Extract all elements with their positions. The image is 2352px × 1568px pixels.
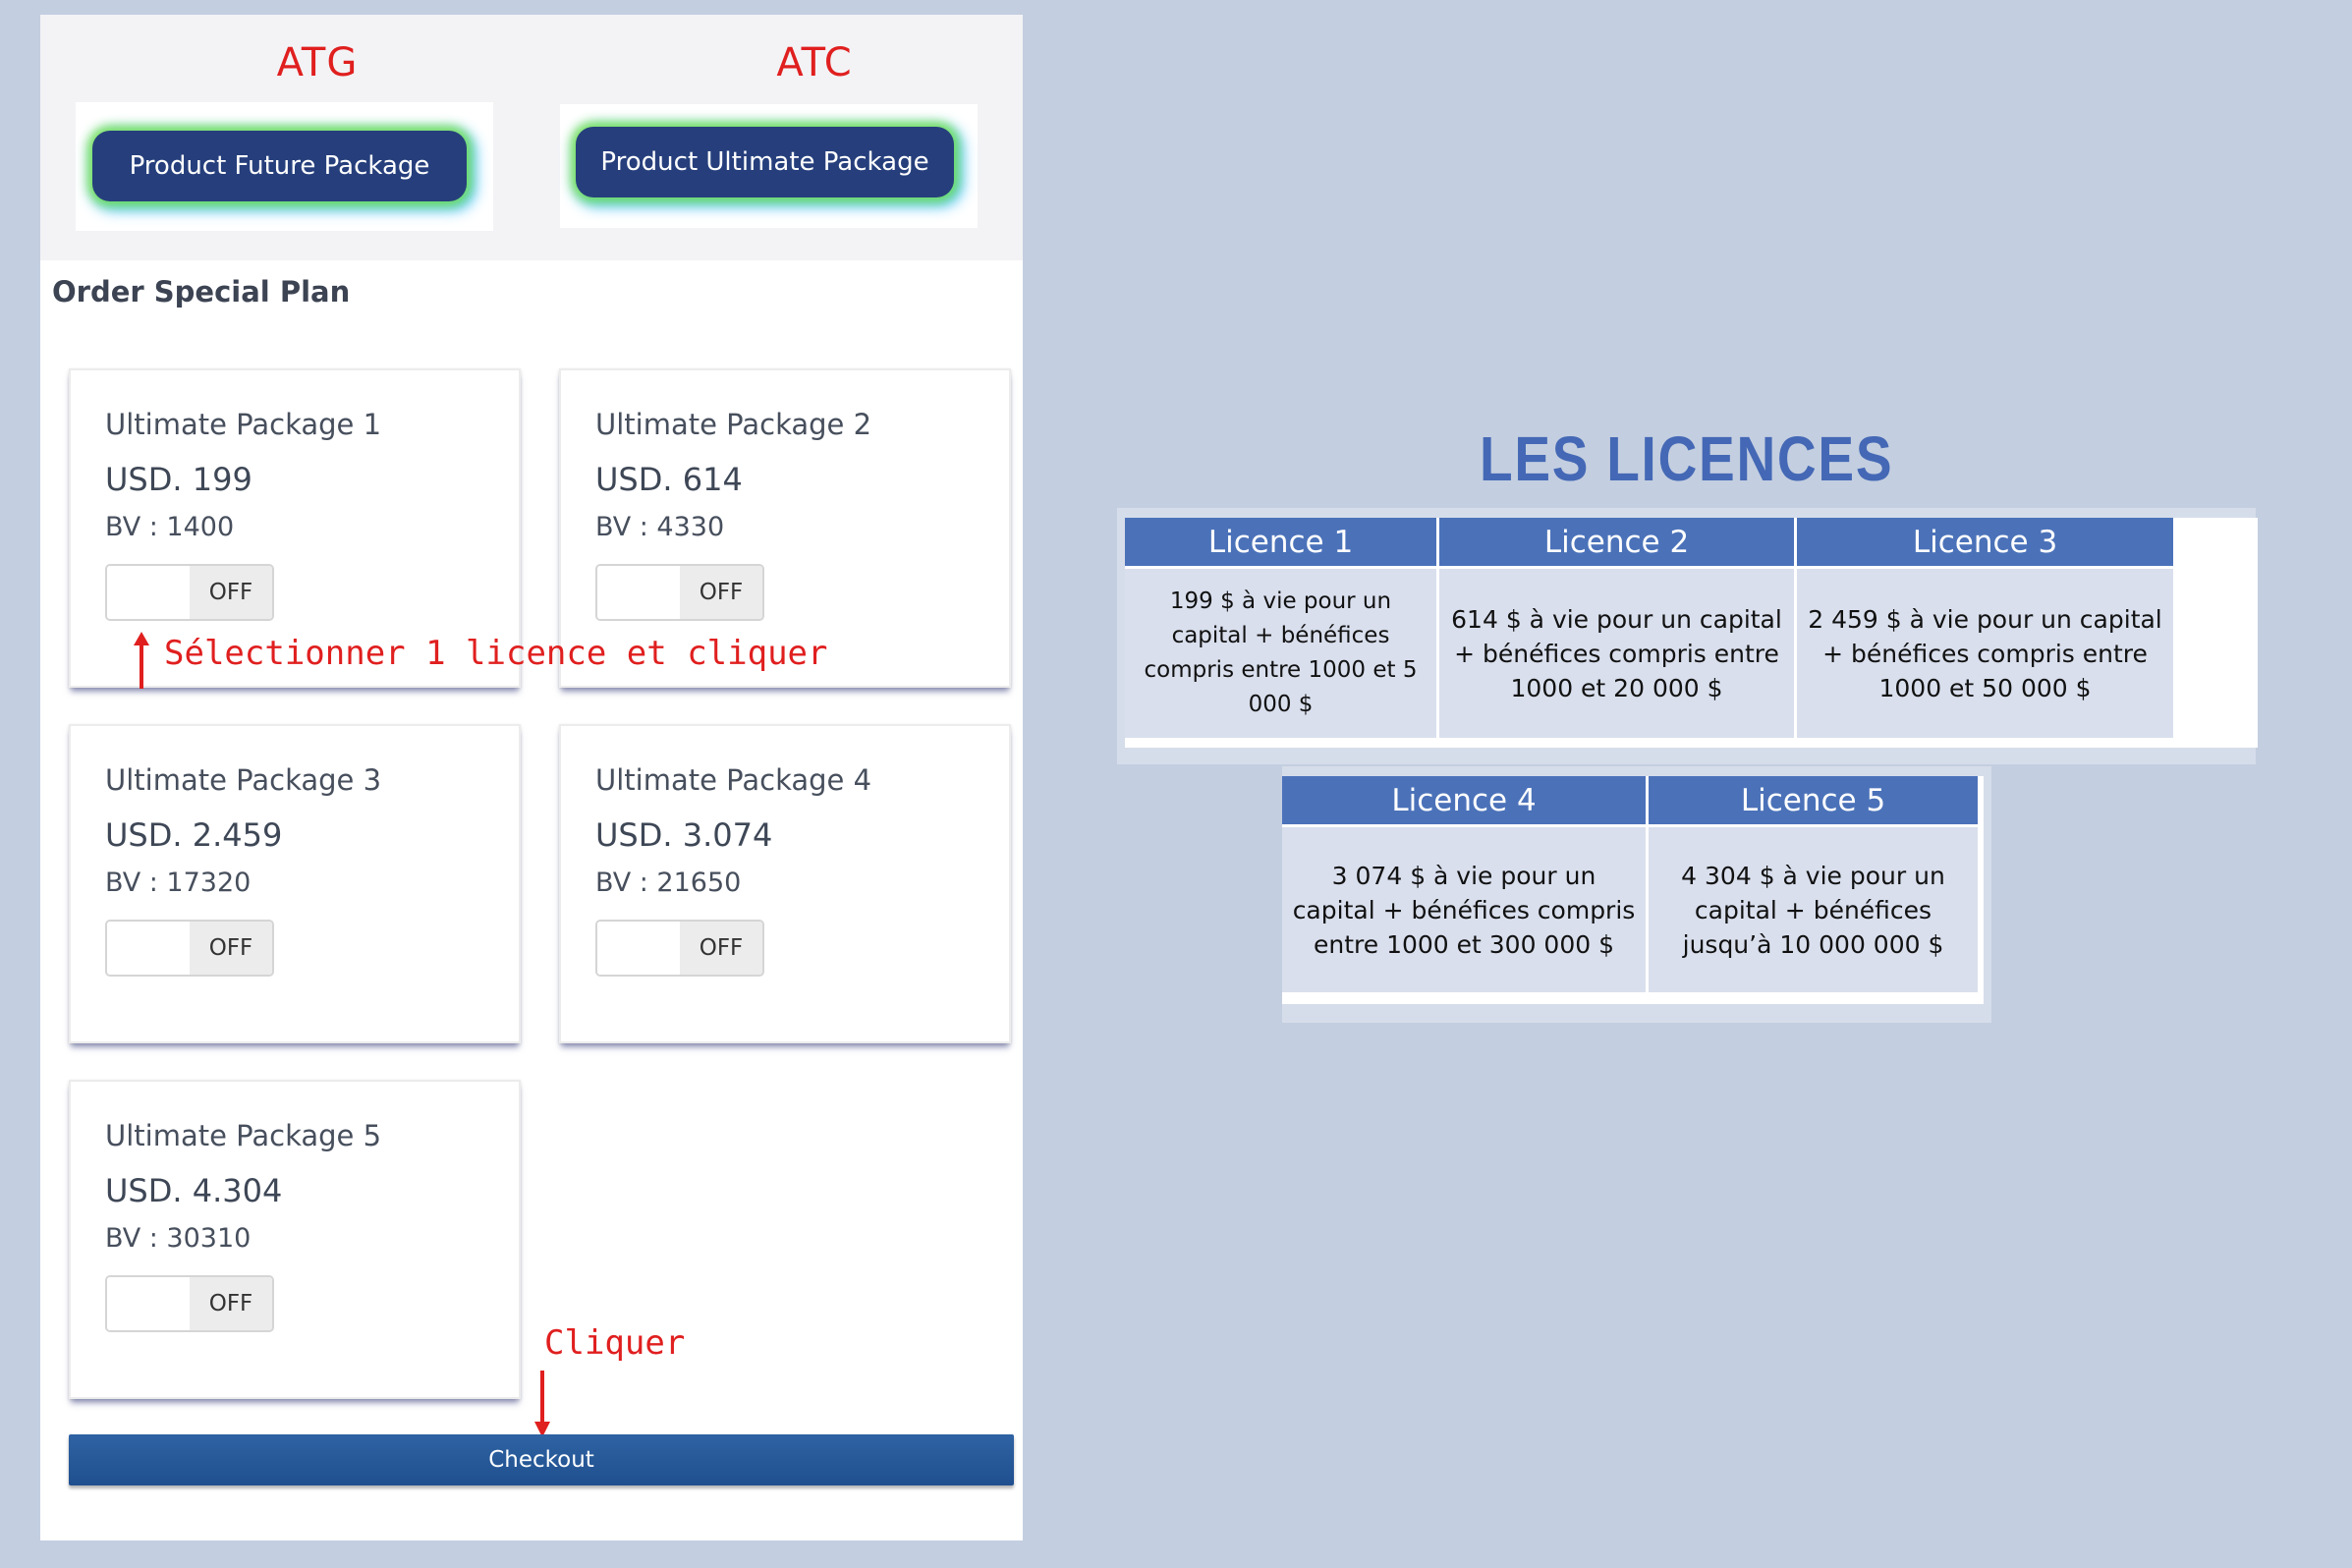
card-bv: BV : 4330 bbox=[595, 512, 725, 542]
product-ultimate-package-button[interactable]: Product Ultimate Package bbox=[576, 127, 954, 197]
card-price: USD. 199 bbox=[105, 461, 252, 498]
click-annotation: Cliquer bbox=[544, 1323, 686, 1363]
package-card-4: Ultimate Package 4 USD. 3.074 BV : 21650… bbox=[559, 724, 1011, 1043]
card-bv: BV : 21650 bbox=[595, 868, 742, 898]
product-future-package-button[interactable]: Product Future Package bbox=[92, 131, 467, 201]
toggle-knob bbox=[107, 922, 190, 975]
licence-1-header: Licence 1 bbox=[1125, 518, 1436, 566]
card-price: USD. 4.304 bbox=[105, 1172, 283, 1209]
licences-table-2: Licence 4 Licence 5 3 074 $ à vie pour u… bbox=[1282, 776, 1984, 1004]
toggle-state: OFF bbox=[680, 566, 762, 619]
package-3-toggle[interactable]: OFF bbox=[105, 920, 274, 977]
licence-4-desc: 3 074 $ à vie pour un capital + bénéfice… bbox=[1282, 827, 1646, 992]
section-title: Order Special Plan bbox=[52, 275, 351, 308]
card-bv: BV : 30310 bbox=[105, 1223, 252, 1254]
card-price: USD. 3.074 bbox=[595, 816, 773, 854]
atg-label: ATG bbox=[276, 40, 359, 85]
select-licence-annotation: Sélectionner 1 licence et cliquer bbox=[164, 634, 828, 673]
package-1-toggle[interactable]: OFF bbox=[105, 564, 274, 621]
toggle-state: OFF bbox=[190, 922, 272, 975]
toggle-state: OFF bbox=[190, 566, 272, 619]
card-title: Ultimate Package 5 bbox=[105, 1119, 382, 1152]
licence-3-desc: 2 459 $ à vie pour un capital + bénéfice… bbox=[1797, 569, 2173, 738]
licence-1-desc: 199 $ à vie pour un capital + bénéfices … bbox=[1125, 569, 1436, 738]
licence-4-header: Licence 4 bbox=[1282, 776, 1646, 824]
card-title: Ultimate Package 4 bbox=[595, 763, 872, 797]
atc-label: ATC bbox=[776, 40, 853, 85]
licence-3-header: Licence 3 bbox=[1797, 518, 2173, 566]
toggle-knob bbox=[107, 566, 190, 619]
package-card-3: Ultimate Package 3 USD. 2.459 BV : 17320… bbox=[69, 724, 521, 1043]
licence-5-header: Licence 5 bbox=[1649, 776, 1978, 824]
card-price: USD. 2.459 bbox=[105, 816, 283, 854]
order-panel: ATG ATC Product Future Package Product U… bbox=[40, 15, 1023, 1540]
licence-5-desc: 4 304 $ à vie pour un capital + bénéfice… bbox=[1649, 827, 1978, 992]
checkout-button[interactable]: Checkout bbox=[69, 1434, 1014, 1485]
card-title: Ultimate Package 1 bbox=[105, 408, 382, 441]
arrow-up-icon bbox=[134, 632, 149, 689]
card-price: USD. 614 bbox=[595, 461, 743, 498]
licences-table-1: Licence 1 Licence 2 Licence 3 199 $ à vi… bbox=[1125, 518, 2258, 748]
card-title: Ultimate Package 3 bbox=[105, 763, 382, 797]
package-5-toggle[interactable]: OFF bbox=[105, 1275, 274, 1332]
card-bv: BV : 17320 bbox=[105, 868, 252, 898]
toggle-state: OFF bbox=[680, 922, 762, 975]
toggle-state: OFF bbox=[190, 1277, 272, 1330]
licence-2-header: Licence 2 bbox=[1439, 518, 1794, 566]
package-4-toggle[interactable]: OFF bbox=[595, 920, 764, 977]
toggle-knob bbox=[107, 1277, 190, 1330]
package-2-toggle[interactable]: OFF bbox=[595, 564, 764, 621]
package-selector: ATG ATC Product Future Package Product U… bbox=[40, 15, 1023, 260]
licences-title: LES LICENCES bbox=[1480, 423, 1894, 494]
package-card-5: Ultimate Package 5 USD. 4.304 BV : 30310… bbox=[69, 1080, 521, 1399]
licence-2-desc: 614 $ à vie pour un capital + bénéfices … bbox=[1439, 569, 1794, 738]
arrow-down-icon bbox=[534, 1371, 550, 1437]
card-bv: BV : 1400 bbox=[105, 512, 235, 542]
toggle-knob bbox=[597, 566, 680, 619]
card-title: Ultimate Package 2 bbox=[595, 408, 872, 441]
toggle-knob bbox=[597, 922, 680, 975]
